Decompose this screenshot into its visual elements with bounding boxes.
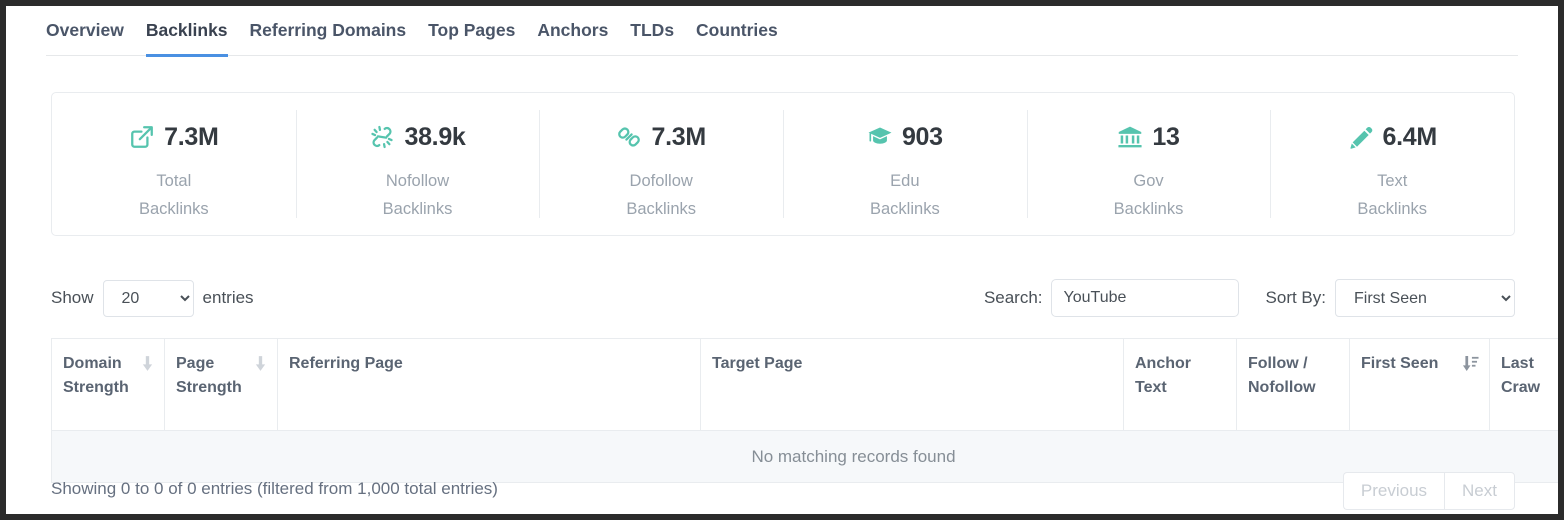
column-label-line2: Text xyxy=(1135,376,1191,400)
stat-nofollow-backlinks: 38.9k Nofollow Backlinks xyxy=(296,93,540,235)
showing-entries-text: Showing 0 to 0 of 0 entries (filtered fr… xyxy=(51,479,498,499)
stat-label-line1: Gov xyxy=(1114,167,1184,195)
previous-page-button[interactable]: Previous xyxy=(1343,472,1444,510)
stat-total-backlinks: 7.3M Total Backlinks xyxy=(52,93,296,235)
stat-label-line1: Nofollow xyxy=(383,167,453,195)
tab-overview[interactable]: Overview xyxy=(46,16,124,57)
column-label-line2: Craw xyxy=(1501,376,1540,400)
table-footer: Showing 0 to 0 of 0 entries (filtered fr… xyxy=(51,468,1515,514)
column-label-line2: Nofollow xyxy=(1248,376,1316,400)
table-controls: Show 10 20 50 100 entries Search: Sort B… xyxy=(51,274,1515,322)
stat-text-backlinks-value: 6.4M xyxy=(1383,123,1437,152)
sort-descending-icon[interactable] xyxy=(254,355,267,380)
column-label-line1: First Seen xyxy=(1361,352,1438,376)
column-header-page-strength[interactable]: Page Strength xyxy=(165,339,278,431)
bank-icon xyxy=(1117,124,1143,150)
search-label: Search: xyxy=(984,288,1043,308)
column-header-last-crawled[interactable]: Last Craw xyxy=(1490,339,1559,431)
stat-label-line1: Dofollow xyxy=(626,167,696,195)
pencil-icon xyxy=(1348,124,1374,150)
table-header-row: Domain Strength xyxy=(52,339,1559,431)
sort-descending-icon[interactable] xyxy=(141,355,154,380)
backlink-stats-card: 7.3M Total Backlinks xyxy=(51,92,1515,236)
stat-total-backlinks-top: 7.3M xyxy=(129,120,218,154)
column-label-line1: Follow / xyxy=(1248,352,1316,376)
column-label-line1: Last xyxy=(1501,352,1540,376)
column-label-line1: Target Page xyxy=(712,352,802,376)
stat-gov-backlinks-label: Gov Backlinks xyxy=(1114,167,1184,223)
stat-nofollow-backlinks-label: Nofollow Backlinks xyxy=(383,167,453,223)
tab-countries[interactable]: Countries xyxy=(696,16,778,57)
stat-nofollow-backlinks-value: 38.9k xyxy=(404,123,465,152)
search-input[interactable] xyxy=(1051,279,1239,317)
column-header-referring-page[interactable]: Referring Page xyxy=(278,339,701,431)
stat-gov-backlinks: 13 Gov Backlinks xyxy=(1027,93,1271,235)
stat-total-backlinks-value: 7.3M xyxy=(164,123,218,152)
stat-gov-backlinks-value: 13 xyxy=(1152,123,1179,152)
entries-label: entries xyxy=(203,288,254,308)
stat-dofollow-backlinks-top: 7.3M xyxy=(616,120,705,154)
table-head: Domain Strength xyxy=(52,339,1559,431)
stat-gov-backlinks-top: 13 xyxy=(1117,120,1179,154)
column-header-first-seen[interactable]: First Seen xyxy=(1350,339,1490,431)
column-header-follow-nofollow[interactable]: Follow / Nofollow xyxy=(1237,339,1350,431)
pagination: Previous Next xyxy=(1343,472,1515,510)
stat-label-line2: Backlinks xyxy=(1114,195,1184,223)
sort-by-select[interactable]: First Seen Last Crawled Domain Strength … xyxy=(1335,279,1515,317)
backlinks-panel: Overview Backlinks Referring Domains Top… xyxy=(6,6,1558,514)
column-header-target-page[interactable]: Target Page xyxy=(701,339,1124,431)
stat-label-line2: Backlinks xyxy=(870,195,940,223)
backlinks-table-container: Domain Strength xyxy=(51,338,1558,483)
search-sort-group: Search: Sort By: First Seen Last Crawled… xyxy=(984,274,1515,322)
stat-label-line2: Backlinks xyxy=(383,195,453,223)
show-entries-group: Show 10 20 50 100 entries xyxy=(51,274,254,322)
column-label-line2: Strength xyxy=(176,376,242,400)
tab-referring-domains[interactable]: Referring Domains xyxy=(250,16,407,57)
entries-per-page-select[interactable]: 10 20 50 100 xyxy=(103,280,194,317)
link-chain-icon xyxy=(616,124,642,150)
graduation-cap-icon xyxy=(867,124,893,150)
column-header-anchor-text[interactable]: Anchor Text xyxy=(1124,339,1237,431)
stat-text-backlinks: 6.4M Text Backlinks xyxy=(1270,93,1514,235)
stat-total-backlinks-label: Total Backlinks xyxy=(139,167,209,223)
tab-anchors[interactable]: Anchors xyxy=(537,16,608,57)
tab-top-pages[interactable]: Top Pages xyxy=(428,16,515,57)
stat-label-line2: Backlinks xyxy=(1357,195,1427,223)
tab-tlds[interactable]: TLDs xyxy=(630,16,674,57)
stat-dofollow-backlinks-label: Dofollow Backlinks xyxy=(626,167,696,223)
tab-bar: Overview Backlinks Referring Domains Top… xyxy=(46,14,1518,56)
column-label-line1: Referring Page xyxy=(289,352,403,376)
stat-label-line1: Text xyxy=(1357,167,1427,195)
stat-label-line2: Backlinks xyxy=(626,195,696,223)
column-label-line1: Page xyxy=(176,352,242,376)
column-label-line1: Anchor xyxy=(1135,352,1191,376)
stat-text-backlinks-label: Text Backlinks xyxy=(1357,167,1427,223)
sort-by-label: Sort By: xyxy=(1266,288,1326,308)
stat-text-backlinks-top: 6.4M xyxy=(1348,120,1437,154)
stat-label-line1: Edu xyxy=(870,167,940,195)
stat-dofollow-backlinks-value: 7.3M xyxy=(651,123,705,152)
external-link-icon xyxy=(129,124,155,150)
stat-edu-backlinks-label: Edu Backlinks xyxy=(870,167,940,223)
stat-label-line2: Backlinks xyxy=(139,195,209,223)
show-label: Show xyxy=(51,288,94,308)
stat-edu-backlinks: 903 Edu Backlinks xyxy=(783,93,1027,235)
next-page-button[interactable]: Next xyxy=(1444,472,1515,510)
column-label-line1: Domain xyxy=(63,352,129,376)
tab-backlinks[interactable]: Backlinks xyxy=(146,16,228,57)
column-header-domain-strength[interactable]: Domain Strength xyxy=(52,339,165,431)
broken-link-icon xyxy=(369,124,395,150)
stat-nofollow-backlinks-top: 38.9k xyxy=(369,120,465,154)
sort-descending-active-icon[interactable] xyxy=(1462,355,1479,380)
stat-edu-backlinks-value: 903 xyxy=(902,123,943,152)
backlinks-table: Domain Strength xyxy=(51,338,1558,483)
column-label-line2: Strength xyxy=(63,376,129,400)
stat-dofollow-backlinks: 7.3M Dofollow Backlinks xyxy=(539,93,783,235)
stat-edu-backlinks-top: 903 xyxy=(867,120,943,154)
stat-label-line1: Total xyxy=(139,167,209,195)
